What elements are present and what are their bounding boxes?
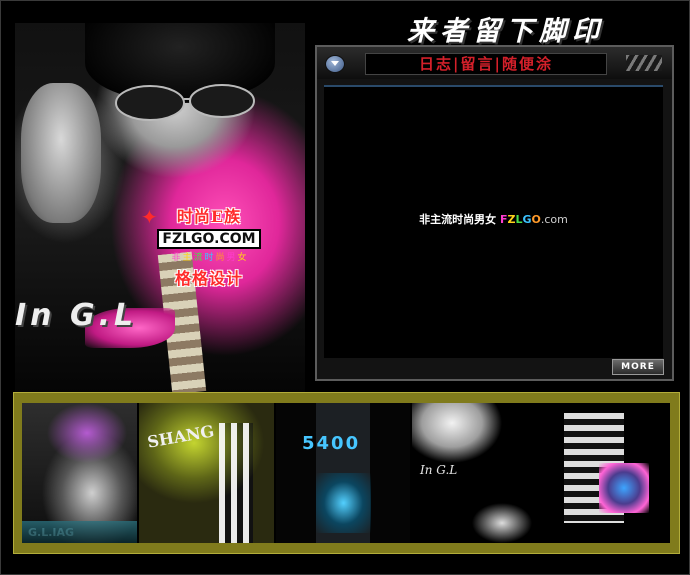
thumbnail-4[interactable]: In G.L (412, 403, 542, 543)
window-content: 非主流时尚男女 FZLGO.com (324, 85, 663, 358)
thumbnail-5[interactable] (544, 403, 670, 543)
guestbook-window: 日志|留言|随便涂 非主流时尚男女 FZLGO.com MORE (315, 45, 674, 381)
thumbnail-1[interactable]: G.L.IAG (22, 403, 137, 543)
brand-letter: G (522, 213, 532, 226)
thumbnail-label: SHANG (145, 421, 216, 452)
logo-sub-char: 非 (171, 253, 181, 263)
hero-photo: In G.L ✦ 时尚E族 FZLGO.COM 非主流时尚男女 格格设计 (15, 23, 305, 393)
brand-letter: O (531, 213, 541, 226)
thumbnail-label: G.L.IAG (28, 526, 75, 539)
sunglasses-graphic (115, 84, 255, 121)
thumbnail-3[interactable]: 5400 (276, 403, 410, 543)
logo-top-text: 时尚E族 (176, 207, 242, 226)
window-titlebar: 日志|留言|随便涂 (317, 47, 672, 79)
logo-sub-char: 尚 (215, 253, 225, 263)
logo-sub-char: 主 (182, 253, 192, 263)
thumbnail-row: G.L.IAG SHANG 5400 In G.L (22, 403, 670, 543)
hero-hand (21, 83, 101, 223)
thumbnail-label: In G.L (420, 463, 458, 477)
logo-sub-char: 时 (204, 253, 214, 263)
more-button[interactable]: MORE (612, 359, 664, 375)
content-prefix: 非主流时尚男女 (419, 213, 497, 226)
logo-sub-char: 女 (237, 253, 247, 263)
logo-sub-char: 流 (193, 253, 203, 263)
site-logo: ✦ 时尚E族 FZLGO.COM 非主流时尚男女 格格设计 (141, 203, 269, 289)
page-heading: 来者留下脚印 (407, 16, 605, 47)
logo-bottom-text: 格格设计 (174, 269, 243, 288)
thumbnail-label: 5400 (302, 433, 361, 454)
content-text: 非主流时尚男女 FZLGO.com (324, 211, 663, 227)
logo-sub-char: 男 (226, 253, 236, 263)
titlebar-decoration (626, 55, 662, 71)
page-frame: In G.L ✦ 时尚E族 FZLGO.COM 非主流时尚男女 格格设计 来者留… (0, 0, 690, 575)
graffiti-text: In G.L (15, 298, 138, 333)
thumbnail-2[interactable]: SHANG (139, 403, 274, 543)
dancer-icon: ✦ (141, 205, 158, 229)
window-title: 日志|留言|随便涂 (365, 53, 607, 75)
thumbnail-strip: G.L.IAG SHANG 5400 In G.L (13, 392, 680, 554)
logo-domain: FZLGO.COM (157, 229, 261, 249)
logo-subtitle: 非主流时尚男女 (161, 250, 257, 263)
brand-suffix: .com (540, 213, 568, 226)
collapse-icon[interactable] (325, 55, 345, 73)
